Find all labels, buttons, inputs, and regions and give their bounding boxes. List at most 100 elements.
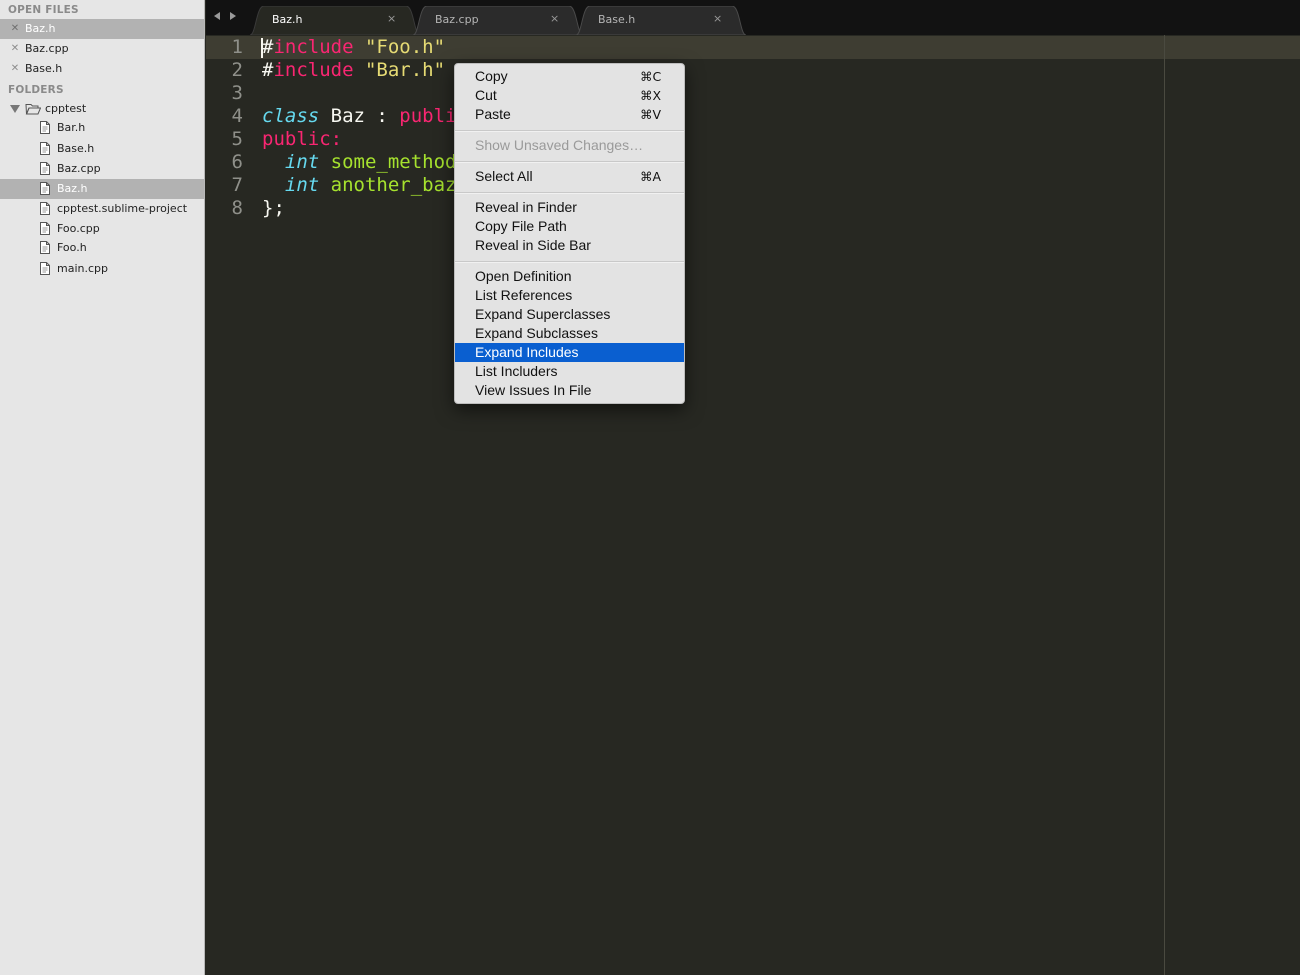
code-line[interactable]: class Baz : publi <box>262 105 456 128</box>
code-line[interactable]: public: <box>262 128 342 151</box>
menu-item-label: Show Unsaved Changes… <box>475 137 644 153</box>
menu-item-label: Cut <box>475 87 497 103</box>
menu-item-view-issues-in-file[interactable]: View Issues In File <box>455 381 684 400</box>
file-icon <box>40 182 50 195</box>
column-ruler <box>1164 35 1165 975</box>
menu-item-paste[interactable]: Paste ⌘V <box>455 105 684 124</box>
file-baz-cpp[interactable]: Baz.cpp <box>0 159 204 179</box>
tab-baz-h[interactable]: Baz.h × <box>250 6 420 35</box>
menu-item-expand-superclasses[interactable]: Expand Superclasses <box>455 305 684 324</box>
context-menu: Copy ⌘C Cut ⌘X Paste ⌘V Show Unsaved Cha… <box>454 63 685 404</box>
menu-item-show-unsaved-changes: Show Unsaved Changes… <box>455 136 684 155</box>
tab-base-h[interactable]: Base.h × <box>576 6 746 35</box>
file-foo-h[interactable]: Foo.h <box>0 238 204 258</box>
menu-item-shortcut: ⌘X <box>640 88 662 103</box>
menu-separator <box>455 161 684 163</box>
menu-item-label: Reveal in Side Bar <box>475 237 591 253</box>
tab-label: Baz.cpp <box>435 13 479 26</box>
open-file-baz-h[interactable]: ✕ Baz.h <box>0 19 204 39</box>
code-line[interactable]: int some_method <box>262 151 457 174</box>
code-token: public: <box>262 128 343 150</box>
menu-item-expand-includes[interactable]: Expand Includes <box>455 343 684 362</box>
file-label: Baz.h <box>57 182 88 195</box>
tab-label: Baz.h <box>272 13 303 26</box>
menu-item-cut[interactable]: Cut ⌘X <box>455 86 684 105</box>
file-icon <box>40 241 50 254</box>
code-token: publi <box>399 105 457 127</box>
file-label: main.cpp <box>57 262 108 275</box>
line-number: 8 <box>231 197 243 219</box>
menu-item-copy-file-path[interactable]: Copy File Path <box>455 217 684 236</box>
file-cpptest-sublime-project[interactable]: cpptest.sublime-project <box>0 199 204 219</box>
code-token: some_method <box>330 151 457 173</box>
code-editor[interactable]: 1 2 3 4 5 6 7 8 #include "Foo.h" #includ… <box>206 35 1300 975</box>
menu-item-copy[interactable]: Copy ⌘C <box>455 67 684 86</box>
code-token: int <box>284 174 320 196</box>
code-token: class <box>262 105 320 127</box>
file-bar-h[interactable]: Bar.h <box>0 118 204 138</box>
arrow-left-icon[interactable] <box>214 12 220 20</box>
code-token: }; <box>262 197 285 219</box>
menu-item-label: View Issues In File <box>475 382 592 398</box>
file-label: Bar.h <box>57 121 86 134</box>
code-token: int <box>284 151 320 173</box>
code-token: include <box>273 59 354 81</box>
menu-item-select-all[interactable]: Select All ⌘A <box>455 167 684 186</box>
tab-baz-cpp[interactable]: Baz.cpp × <box>413 6 583 35</box>
code-token: include <box>273 36 354 58</box>
file-base-h[interactable]: Base.h <box>0 139 204 159</box>
menu-item-label: Expand Includes <box>475 344 579 360</box>
close-icon[interactable]: × <box>387 12 396 25</box>
close-icon[interactable]: × <box>713 12 722 25</box>
menu-item-reveal-in-side-bar[interactable]: Reveal in Side Bar <box>455 236 684 255</box>
menu-item-label: Select All <box>475 168 533 184</box>
menu-item-shortcut: ⌘V <box>640 107 662 122</box>
code-token: # <box>262 59 274 81</box>
menu-item-label: List References <box>475 287 573 303</box>
menu-item-label: Paste <box>475 106 511 122</box>
menu-item-label: Expand Superclasses <box>475 306 611 322</box>
close-icon[interactable]: × <box>550 12 559 25</box>
file-label: cpptest.sublime-project <box>57 202 188 215</box>
arrow-right-icon[interactable] <box>230 12 236 20</box>
menu-item-list-includers[interactable]: List Includers <box>455 362 684 381</box>
file-label: Foo.h <box>57 241 87 254</box>
open-file-base-h[interactable]: ✕ Base.h <box>0 59 204 79</box>
file-foo-cpp[interactable]: Foo.cpp <box>0 219 204 239</box>
text-caret <box>261 38 263 58</box>
menu-item-label: Expand Subclasses <box>475 325 598 341</box>
menu-separator <box>455 192 684 194</box>
folder-open-icon <box>25 104 41 115</box>
code-line[interactable]: }; <box>262 197 285 220</box>
close-icon[interactable]: ✕ <box>9 59 21 79</box>
file-label: Baz.cpp <box>57 162 101 175</box>
menu-item-reveal-in-finder[interactable]: Reveal in Finder <box>455 198 684 217</box>
menu-item-label: Reveal in Finder <box>475 199 577 215</box>
file-baz-h[interactable]: Baz.h <box>0 179 204 199</box>
close-icon[interactable]: ✕ <box>9 19 21 39</box>
disclosure-triangle-icon[interactable] <box>10 105 20 113</box>
file-label: Foo.cpp <box>57 222 100 235</box>
file-label: Base.h <box>57 142 95 155</box>
file-main-cpp[interactable]: main.cpp <box>0 259 204 279</box>
menu-item-list-references[interactable]: List References <box>455 286 684 305</box>
close-icon[interactable]: ✕ <box>9 39 21 59</box>
line-number: 5 <box>231 128 243 150</box>
file-icon <box>40 121 50 134</box>
menu-separator <box>455 130 684 132</box>
code-line[interactable]: int another_baz <box>262 174 457 197</box>
file-icon <box>40 162 50 175</box>
menu-item-open-definition[interactable]: Open Definition <box>455 267 684 286</box>
code-line[interactable]: #include "Bar.h" <box>262 59 445 82</box>
open-file-baz-cpp[interactable]: ✕ Baz.cpp <box>0 39 204 59</box>
folder-cpptest[interactable]: cpptest <box>0 99 204 119</box>
menu-item-expand-subclasses[interactable]: Expand Subclasses <box>455 324 684 343</box>
menu-item-shortcut: ⌘A <box>640 169 662 184</box>
code-line[interactable]: #include "Foo.h" <box>262 36 445 59</box>
menu-item-shortcut: ⌘C <box>640 69 662 84</box>
sidebar: OPEN FILES ✕ Baz.h ✕ Baz.cpp ✕ Base.h FO… <box>0 0 205 975</box>
